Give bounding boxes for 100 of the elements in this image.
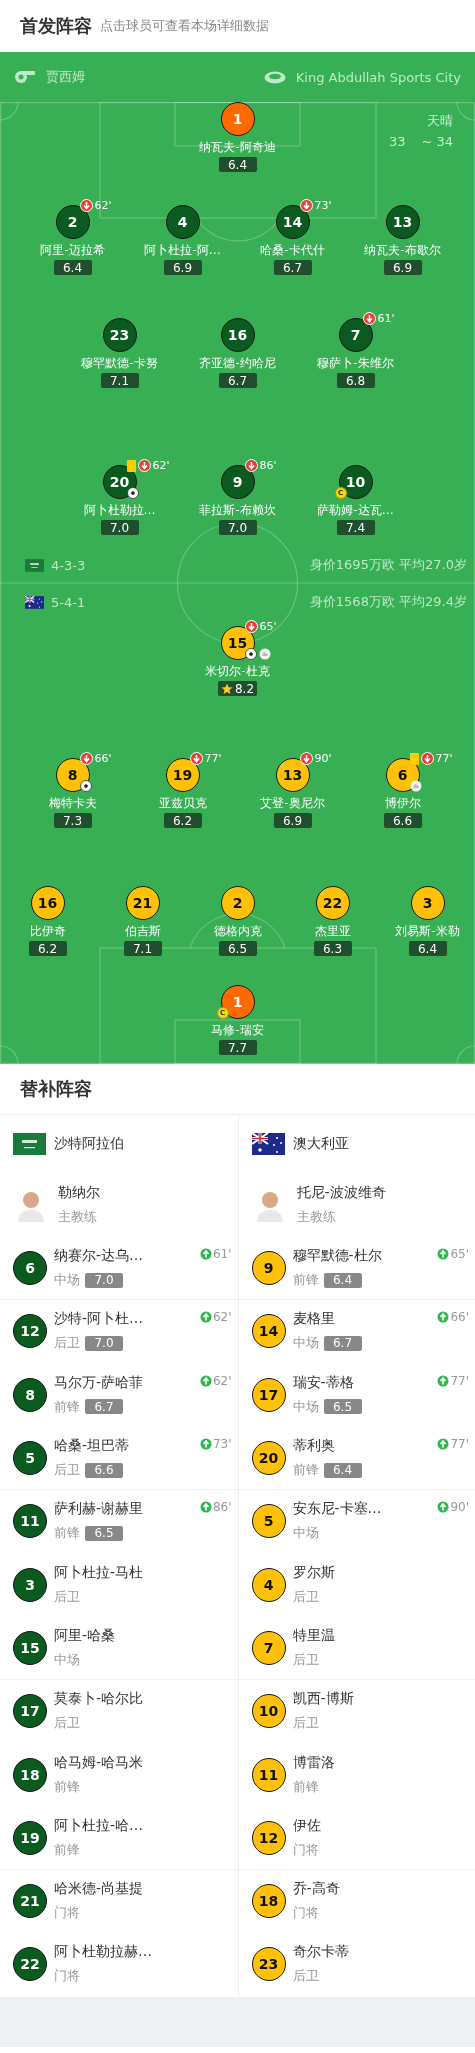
player-name[interactable]: 蒂利奥 xyxy=(292,1437,362,1456)
sub-on-icon xyxy=(437,1437,450,1450)
player-number[interactable]: 13 xyxy=(385,205,420,239)
player-number[interactable]: 19 xyxy=(165,758,200,792)
player-number[interactable]: 10 xyxy=(251,1694,286,1729)
player-name[interactable]: 阿卜杜拉-马杜 xyxy=(54,1563,144,1582)
player-number[interactable]: 22 xyxy=(13,1947,47,1982)
player-name[interactable]: 凯西-博斯 xyxy=(292,1690,354,1709)
player-number[interactable]: 7 xyxy=(338,318,373,352)
player-name[interactable]: 纳赛尔-达乌… xyxy=(54,1247,144,1266)
player-rating: 7.1 xyxy=(123,941,162,956)
player-number[interactable]: 7 xyxy=(251,1630,286,1665)
star-icon xyxy=(220,682,233,695)
referee-name: 贾西姆 xyxy=(46,68,85,86)
player-number[interactable]: 4 xyxy=(165,205,200,239)
player-number[interactable]: 2 xyxy=(220,886,255,920)
player-number[interactable]: 16 xyxy=(30,886,65,920)
player-rating: 6.4 xyxy=(408,941,447,956)
formation: 5-4-1 xyxy=(51,594,86,610)
coach-role: 主教练 xyxy=(296,1208,337,1226)
player-number[interactable]: 15 xyxy=(13,1630,47,1665)
stadium-name: King Abdullah Sports City xyxy=(295,69,461,85)
sub-on-minute: 61' xyxy=(212,1247,232,1261)
player-number[interactable]: 22 xyxy=(315,886,350,920)
player-number[interactable]: 17 xyxy=(13,1694,47,1729)
player-number[interactable]: 20 xyxy=(251,1441,286,1476)
player-number[interactable]: 23 xyxy=(251,1947,286,1982)
player-number[interactable]: 6 xyxy=(13,1251,47,1286)
player-number[interactable]: 14 xyxy=(251,1314,286,1349)
player-position: 前锋 xyxy=(54,1524,80,1543)
player-name[interactable]: 沙特-阿卜杜… xyxy=(54,1310,144,1329)
player-name[interactable]: 莫泰卜-哈尔比 xyxy=(54,1690,144,1709)
player-name: 比伊奇 xyxy=(29,923,66,939)
player-number[interactable]: 18 xyxy=(13,1757,47,1792)
player-name[interactable]: 安东尼-卡塞… xyxy=(292,1500,382,1519)
player-name[interactable]: 乔-高奇 xyxy=(292,1880,340,1899)
player-number[interactable]: 3 xyxy=(13,1567,47,1602)
sub-off-minute: 77' xyxy=(204,752,222,765)
player-number[interactable]: 18 xyxy=(251,1884,286,1919)
player-name[interactable]: 哈米德-尚基提 xyxy=(54,1880,144,1899)
player-number[interactable]: 8 xyxy=(13,1377,47,1412)
player-position: 前锋 xyxy=(292,1461,319,1480)
player-rating: 6.7 xyxy=(218,373,257,388)
player-name[interactable]: 马尔万-萨哈菲 xyxy=(54,1373,144,1392)
player-name[interactable]: 奇尔卡蒂 xyxy=(292,1943,349,1962)
player-number[interactable]: 17 xyxy=(251,1377,286,1412)
player-rating: 6.4 xyxy=(323,1462,362,1478)
player-number[interactable]: 14 xyxy=(275,205,310,239)
player-name[interactable]: 阿卜杜拉-哈… xyxy=(54,1816,144,1835)
sub-off-icon xyxy=(420,752,434,765)
player-number[interactable]: 21 xyxy=(125,886,160,920)
player-name[interactable]: 特里温 xyxy=(292,1626,335,1645)
player-number[interactable]: 23 xyxy=(102,318,137,352)
coach-name: 勒纳尔 xyxy=(58,1184,100,1202)
sub-on-minute: 90' xyxy=(450,1500,469,1515)
sub-on-icon xyxy=(437,1374,450,1387)
player-name[interactable]: 萨利赫-谢赫里 xyxy=(54,1500,144,1519)
sub-off-minute: 66' xyxy=(94,752,112,765)
player-name: 伯吉斯 xyxy=(124,923,161,939)
player-number[interactable]: 2 xyxy=(55,205,90,239)
player-rating: 6.7 xyxy=(273,260,312,275)
player-position: 后卫 xyxy=(54,1587,80,1606)
player-number[interactable]: 4 xyxy=(251,1567,286,1602)
player-number[interactable]: 12 xyxy=(251,1820,286,1855)
player-position: 门将 xyxy=(54,1967,80,1986)
player-rating: 7.7 xyxy=(218,1040,257,1055)
player-number[interactable]: 16 xyxy=(220,318,255,352)
player-name[interactable]: 博雷洛 xyxy=(292,1753,335,1772)
player-number[interactable]: 11 xyxy=(13,1504,47,1539)
player-name[interactable]: 瑞安-蒂格 xyxy=(292,1373,362,1392)
ball-icon xyxy=(79,780,92,792)
player-number[interactable]: 21 xyxy=(13,1884,47,1919)
player-number[interactable]: 12 xyxy=(13,1314,47,1349)
player-name[interactable]: 阿里-哈桑 xyxy=(54,1626,116,1645)
player-position: 前锋 xyxy=(54,1840,80,1859)
player-name[interactable]: 麦格里 xyxy=(292,1310,362,1329)
player-rating: 6.6 xyxy=(383,813,422,828)
stadium-icon xyxy=(263,70,286,84)
player-number[interactable]: 19 xyxy=(13,1820,47,1855)
player-name[interactable]: 罗尔斯 xyxy=(292,1563,335,1582)
player-rating: 6.7 xyxy=(323,1335,362,1351)
sub-off-minute: 73' xyxy=(314,199,332,212)
player-name[interactable]: 哈马姆-哈马米 xyxy=(54,1753,144,1772)
player-number[interactable]: 13 xyxy=(275,758,310,792)
player-name[interactable]: 哈桑-坦巴蒂 xyxy=(54,1437,130,1456)
player-name[interactable]: 阿卜杜勒拉赫… xyxy=(54,1943,152,1962)
sub-on-minute: 62' xyxy=(212,1310,232,1325)
player-name[interactable]: 穆罕默德-杜尔 xyxy=(292,1247,382,1266)
player-number[interactable]: 9 xyxy=(251,1251,286,1286)
player-name: 亚兹贝克 xyxy=(158,795,207,811)
player-number[interactable]: 3 xyxy=(410,886,445,920)
player-number[interactable]: 5 xyxy=(251,1504,286,1539)
player-number[interactable]: 11 xyxy=(251,1757,286,1792)
player-position: 后卫 xyxy=(54,1714,80,1733)
player-name[interactable]: 伊佐 xyxy=(292,1816,321,1835)
player-name: 刘易斯-米勒 xyxy=(395,923,460,939)
player-name: 阿卜杜勒拉… xyxy=(83,502,156,518)
player-number[interactable]: 5 xyxy=(13,1441,47,1476)
player-number[interactable]: 9 xyxy=(220,465,255,499)
sub-on-minute: 86' xyxy=(212,1500,232,1515)
